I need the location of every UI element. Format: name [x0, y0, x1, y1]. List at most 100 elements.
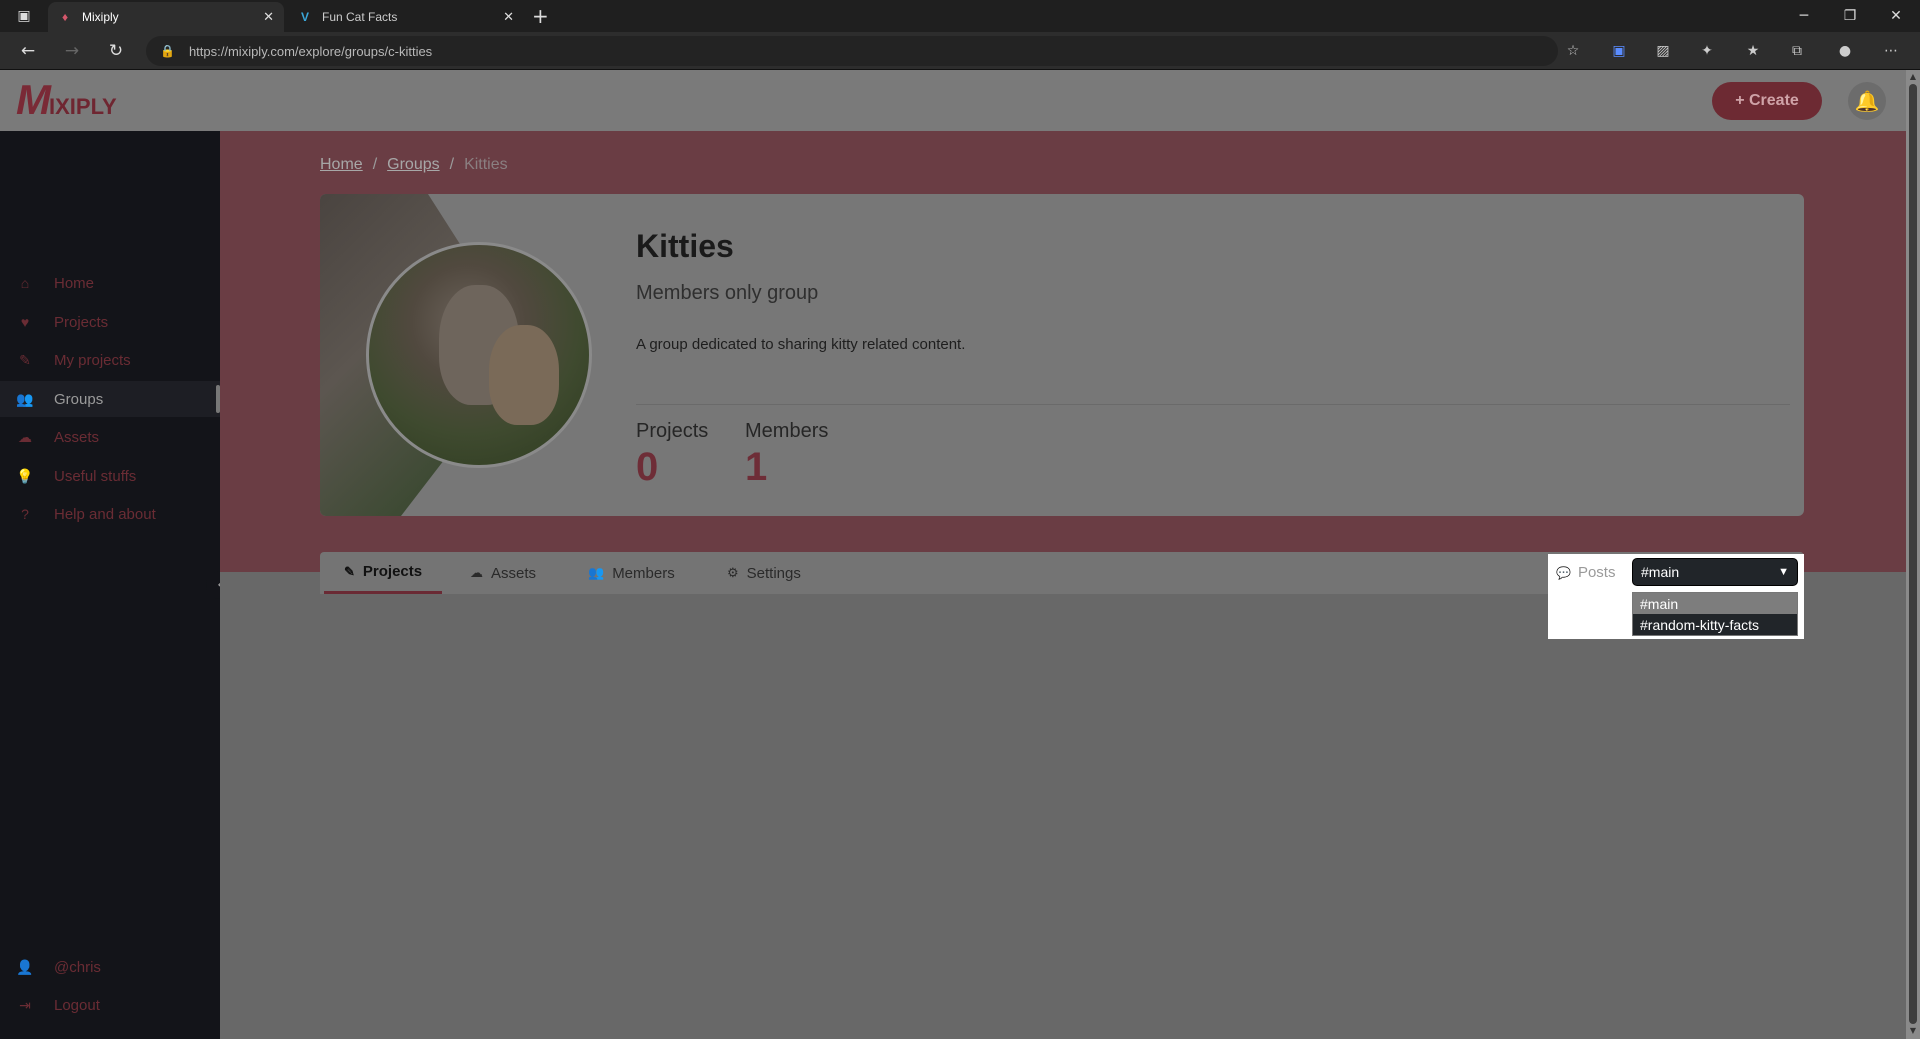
address-bar[interactable]: 🔒 https://mixiply.com/explore/groups/c-k… — [146, 36, 1558, 66]
browser-toolbar: ← → ↻ 🔒 https://mixiply.com/explore/grou… — [0, 32, 1920, 70]
sidebar-item-label: Groups — [54, 390, 104, 408]
back-icon[interactable]: ← — [10, 32, 46, 70]
posts-selected-value: #main — [1641, 564, 1680, 580]
url-text: https://mixiply.com/explore/groups/c-kit… — [188, 43, 433, 59]
sidebar-item-my-projects[interactable]: ✎ My projects — [0, 342, 220, 378]
sidebar-item-groups[interactable]: 👥 Groups — [0, 381, 220, 417]
extensions-icon[interactable]: ✦ — [1696, 40, 1718, 62]
kitten-shape — [489, 325, 559, 425]
breadcrumb-separator: / — [372, 156, 378, 173]
tab-members[interactable]: 👥 Members — [588, 552, 675, 594]
sidebar-item-label: Projects — [54, 313, 109, 331]
close-icon[interactable]: ✕ — [503, 9, 514, 25]
forward-icon[interactable]: → — [54, 32, 90, 70]
close-window-icon[interactable]: ✕ — [1874, 0, 1918, 32]
home-icon: ⌂ — [20, 275, 30, 291]
notifications-bell-icon[interactable]: 🔔 — [1848, 82, 1886, 120]
main-content — [220, 572, 1906, 1039]
breadcrumb-current: Kitties — [464, 156, 508, 173]
tab-settings[interactable]: ⚙ Settings — [727, 552, 801, 594]
stat-members: Members 1 — [745, 420, 828, 491]
sidebar-item-useful-stuffs[interactable]: 💡 Useful stuffs — [0, 458, 220, 494]
breadcrumb: Home / Groups / Kitties — [320, 156, 508, 174]
logo-letter: M — [16, 76, 51, 123]
tab-label: Assets — [491, 564, 537, 582]
sidebar-user-label: @chris — [54, 958, 101, 976]
posts-channel-panel: 💬 Posts #main ▼ #main #random-kitty-fact… — [1548, 554, 1804, 639]
gear-icon: ⚙ — [727, 565, 739, 580]
browser-tab-mixiply[interactable]: ♦ Mixiply ✕ — [48, 2, 284, 32]
sidebar-item-assets[interactable]: ☁ Assets — [0, 419, 220, 455]
heart-icon: ♥ — [20, 314, 30, 330]
favorite-star-icon[interactable]: ☆ — [1562, 40, 1584, 62]
tab-actions-icon[interactable]: ▣ — [2, 0, 46, 32]
breadcrumb-groups[interactable]: Groups — [387, 156, 439, 174]
lightbulb-icon: 💡 — [16, 467, 34, 484]
tab-title: Mixiply — [82, 10, 119, 24]
sidebar-item-user[interactable]: 👤 @chris — [0, 949, 220, 985]
posts-option-random-kitty-facts[interactable]: #random-kitty-facts — [1633, 614, 1797, 635]
posts-channel-select[interactable]: #main ▼ — [1632, 558, 1798, 586]
favorites-icon[interactable]: ★ — [1742, 40, 1764, 62]
stat-projects: Projects 0 — [636, 420, 708, 491]
tab-assets[interactable]: ☁ Assets — [470, 552, 536, 594]
stat-label: Projects — [636, 420, 709, 442]
sidebar-item-label: Help and about — [54, 505, 156, 523]
sidebar-item-label: My projects — [54, 351, 131, 369]
chevron-down-icon: ▼ — [1778, 566, 1789, 578]
tab-title: Fun Cat Facts — [322, 10, 398, 24]
group-title: Kitties — [636, 228, 734, 264]
scroll-up-icon[interactable]: ▲ — [1908, 72, 1918, 81]
image-icon[interactable]: ▨ — [1652, 40, 1674, 62]
scroll-thumb[interactable] — [1909, 84, 1917, 1024]
posts-channel-options: #main #random-kitty-facts — [1632, 592, 1798, 636]
vue-favicon-icon: V — [300, 10, 309, 24]
group-subtitle: Members only group — [636, 282, 819, 304]
sidebar-item-projects[interactable]: ♥ Projects — [0, 304, 220, 340]
group-description: A group dedicated to sharing kitty relat… — [636, 336, 966, 353]
sidebar-logout-label: Logout — [54, 996, 100, 1014]
logout-icon: ⇥ — [19, 996, 31, 1013]
breadcrumb-home[interactable]: Home — [320, 156, 363, 174]
minimize-icon[interactable]: ─ — [1782, 0, 1826, 32]
new-tab-icon[interactable]: + — [532, 4, 549, 28]
close-icon[interactable]: ✕ — [263, 9, 274, 25]
stat-value: 0 — [636, 445, 659, 489]
lock-icon: 🔒 — [160, 44, 175, 58]
sidebar-item-label: Home — [54, 274, 95, 292]
logo-text: IXIPLY — [49, 94, 117, 119]
reload-icon[interactable]: ↻ — [98, 32, 134, 70]
sidebar-item-label: Assets — [54, 428, 100, 446]
brush-icon: ✎ — [344, 563, 355, 579]
sidebar-item-logout[interactable]: ⇥ Logout — [0, 987, 220, 1023]
restore-icon[interactable]: ❐ — [1828, 0, 1872, 32]
posts-option-main[interactable]: #main — [1633, 593, 1797, 614]
sidebar-item-help-and-about[interactable]: ? Help and about — [0, 496, 220, 532]
stat-label: Members — [745, 420, 829, 442]
users-icon: 👥 — [16, 390, 34, 407]
mixiply-favicon-icon: ♦ — [61, 10, 69, 24]
cloud-icon: ☁ — [18, 428, 32, 445]
profile-avatar-icon[interactable]: ● — [1834, 40, 1856, 62]
sidebar-item-label: Useful stuffs — [54, 467, 137, 485]
bitwarden-icon[interactable]: ▣ — [1608, 40, 1630, 62]
app-header: M IXIPLY + Create 🔔 — [0, 70, 1906, 131]
sidebar-item-home[interactable]: ⌂ Home — [0, 265, 220, 301]
group-avatar — [366, 242, 592, 468]
posts-label-text: Posts — [1577, 564, 1616, 581]
mixiply-logo[interactable]: M IXIPLY — [16, 78, 117, 122]
scroll-down-icon[interactable]: ▼ — [1908, 1026, 1918, 1035]
divider — [636, 404, 1790, 405]
users-icon: 👥 — [588, 565, 605, 580]
create-button[interactable]: + Create — [1712, 82, 1822, 120]
tab-label: Members — [612, 564, 675, 582]
tab-projects[interactable]: ✎ Projects — [324, 552, 443, 594]
stat-value: 1 — [745, 445, 768, 489]
collections-icon[interactable]: ⧉ — [1786, 40, 1808, 62]
page-scrollbar[interactable]: ▲ ▼ — [1906, 70, 1920, 1039]
cloud-icon: ☁ — [470, 565, 483, 580]
browser-tab-fun-cat-facts[interactable]: V Fun Cat Facts ✕ — [288, 2, 524, 32]
posts-label: 💬 Posts — [1556, 564, 1615, 581]
browser-tabstrip: ▣ ♦ Mixiply ✕ V Fun Cat Facts ✕ + ─ ❐ ✕ — [0, 0, 1920, 32]
more-menu-icon[interactable]: ⋯ — [1880, 40, 1902, 62]
